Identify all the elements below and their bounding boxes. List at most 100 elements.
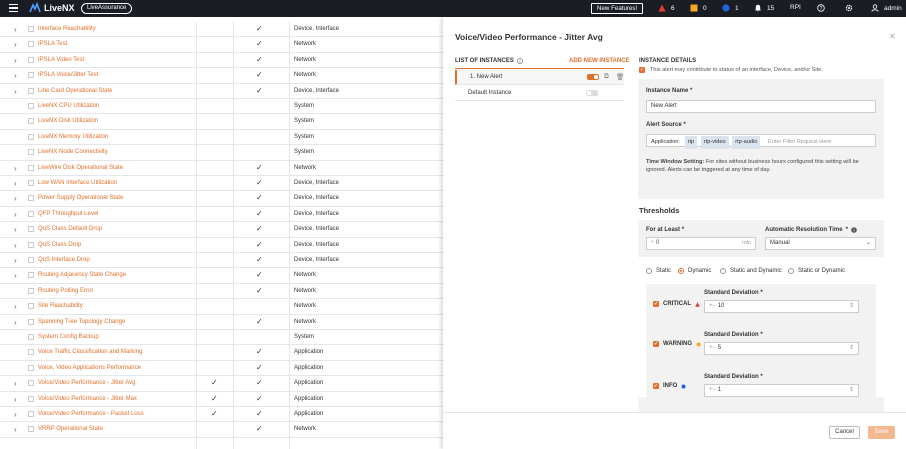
alert-name-link[interactable]: Voice/Video Performance - Jitter Avg <box>38 380 136 386</box>
app-logo[interactable]: LiveNX <box>29 2 75 14</box>
row-checkbox[interactable] <box>28 349 34 356</box>
row-checkbox[interactable] <box>28 411 34 417</box>
alert-name-link[interactable]: QoS Interface Drop <box>38 257 90 263</box>
table-row[interactable]: › QoS Interface Drop ✓ Device, Interface <box>0 253 443 269</box>
table-row[interactable]: › Voice/Video Performance - Jitter Max ✓ ✓ A… <box>0 392 443 407</box>
add-new-instance-link[interactable]: ADD NEW INSTANCE <box>569 58 630 64</box>
alert-name-link[interactable]: LiveNX Node Connectivity <box>38 149 108 155</box>
row-checkbox[interactable] <box>28 303 34 310</box>
info-alerts-indicator[interactable]: 1 <box>722 4 739 12</box>
info-std-dev-input[interactable]: +− 1 ⇕ <box>704 384 859 397</box>
trash-icon[interactable]: 🗑 <box>616 73 624 81</box>
alert-name-link[interactable]: Spanning Tree Topology Change <box>38 319 125 325</box>
chevron-right-icon[interactable]: › <box>14 318 17 327</box>
row-checkbox[interactable] <box>28 26 34 32</box>
chevron-right-icon[interactable]: › <box>14 210 17 219</box>
table-row[interactable]: System Config Backup System <box>0 330 443 346</box>
row-checkbox[interactable] <box>28 241 34 248</box>
table-row[interactable]: › Interface Reachability ✓ Device, Interfac… <box>0 22 443 38</box>
row-checkbox[interactable] <box>28 395 34 402</box>
table-row[interactable]: › QFP Throughput Level ✓ Device, Interface <box>0 207 443 223</box>
instance-item-default[interactable]: Default Instance <box>455 86 624 101</box>
chevron-right-icon[interactable]: › <box>14 271 17 280</box>
alert-name-link[interactable]: Routing Adjacency State Change <box>38 272 126 278</box>
new-features-button[interactable]: New Features! <box>591 3 644 14</box>
alert-name-link[interactable]: LiveNX Disk Utilization <box>38 118 98 124</box>
row-checkbox[interactable] <box>28 318 34 325</box>
row-checkbox[interactable] <box>28 210 34 217</box>
chevron-right-icon[interactable]: › <box>14 379 17 388</box>
alert-name-link[interactable]: IPSLA Test <box>38 41 67 47</box>
info-icon[interactable] <box>516 58 523 64</box>
alert-name-link[interactable]: IPSLA Voice/Jitter Test <box>38 72 98 78</box>
source-tag[interactable]: rtp <box>684 136 698 149</box>
cancel-button[interactable]: Cancel <box>829 426 860 439</box>
row-checkbox[interactable] <box>28 87 34 94</box>
chevron-right-icon[interactable]: › <box>14 395 17 404</box>
alert-name-link[interactable]: Low WAN Interface Utilization <box>38 180 117 186</box>
row-checkbox[interactable] <box>28 287 34 294</box>
chevron-right-icon[interactable]: › <box>14 25 17 34</box>
alert-name-link[interactable]: Voice, Video Applications Performance <box>38 365 141 371</box>
chevron-right-icon[interactable]: › <box>14 256 17 265</box>
alert-name-link[interactable]: Voice/Video Performance - Jitter Max <box>38 396 137 402</box>
table-row[interactable]: LiveNX Disk Utilization System <box>0 114 443 130</box>
row-checkbox[interactable] <box>28 180 34 186</box>
instance-enable-toggle[interactable] <box>587 74 599 80</box>
alert-name-link[interactable]: VRRP Operational State <box>38 426 103 432</box>
user-menu[interactable]: admin <box>871 4 902 12</box>
table-row[interactable]: › Line Card Operational State ✓ Device, Int… <box>0 84 443 99</box>
alert-name-link[interactable]: QFP Throughput Level <box>38 211 98 217</box>
table-row[interactable]: › QoS Class Drop ✓ Device, Interface <box>0 238 443 253</box>
radio-dynamic[interactable]: Dynamic <box>678 268 711 274</box>
alert-name-link[interactable]: Routing Polling Error <box>38 288 93 294</box>
critical-std-dev-input[interactable]: +− 10 ⇕ <box>704 300 859 313</box>
warning-alerts-indicator[interactable]: 0 <box>690 4 707 12</box>
table-row[interactable]: › Low WAN Interface Utilization ✓ Device, I… <box>0 176 443 192</box>
copy-icon[interactable]: ⧉ <box>604 73 609 81</box>
alert-source-input[interactable]: Application: rtp rtp-video rtp-audio Ent… <box>646 134 876 149</box>
chevron-right-icon[interactable]: › <box>14 194 17 203</box>
row-checkbox[interactable] <box>28 364 34 371</box>
row-checkbox[interactable] <box>28 380 34 387</box>
table-row[interactable]: › IPSLA Voice/Jitter Test ✓ Network <box>0 68 443 84</box>
chevron-right-icon[interactable]: › <box>14 241 17 250</box>
table-row[interactable]: › VRRP Operational State ✓ Network <box>0 422 443 438</box>
alert-name-link[interactable]: Line Card Operational State <box>38 88 112 94</box>
row-checkbox[interactable] <box>28 118 34 125</box>
alert-name-link[interactable]: Interface Reachability <box>38 26 96 32</box>
table-row[interactable]: › Routing Adjacency State Change ✓ Network <box>0 268 443 284</box>
alert-name-link[interactable]: Power Supply Operational State <box>38 195 123 201</box>
table-row[interactable]: › IPSLA Video Test ✓ Network <box>0 53 443 69</box>
row-checkbox[interactable] <box>28 56 34 63</box>
alert-name-link[interactable]: Site Reachability <box>38 303 83 309</box>
rpi-button[interactable]: RPI <box>790 4 801 11</box>
row-checkbox[interactable] <box>28 257 34 263</box>
close-icon[interactable]: ✕ <box>889 32 896 41</box>
save-button[interactable]: Save <box>868 426 895 439</box>
row-checkbox[interactable] <box>28 149 34 156</box>
row-checkbox[interactable] <box>28 272 34 279</box>
row-checkbox[interactable] <box>28 426 34 433</box>
table-row[interactable]: › Voice/Video Performance - Packet Loss ✓ ✓… <box>0 407 443 423</box>
table-row[interactable]: › Voice/Video Performance - Jitter Avg ✓ ✓ A… <box>0 376 443 392</box>
alert-name-link[interactable]: IPSLA Video Test <box>38 57 84 63</box>
settings-button[interactable] <box>845 4 853 12</box>
contributes-checkbox[interactable]: ✓ <box>639 67 645 73</box>
alert-name-link[interactable]: LiveNX CPU Utilization <box>38 103 99 109</box>
alert-name-link[interactable]: LiveNX Memory Utilization <box>38 134 108 140</box>
live-assurance-pill[interactable]: LiveAssurance <box>81 3 133 14</box>
chevron-right-icon[interactable]: › <box>14 71 17 80</box>
chevron-right-icon[interactable]: › <box>14 425 17 434</box>
instance-item-new-alert[interactable]: 1. New Alert ⧉ 🗑 <box>455 70 624 85</box>
menu-icon[interactable] <box>9 4 18 12</box>
table-row[interactable]: › Power Supply Operational State ✓ Device, … <box>0 191 443 207</box>
chevron-right-icon[interactable]: › <box>14 225 17 234</box>
critical-checkbox[interactable]: ✓ <box>653 301 659 307</box>
chevron-right-icon[interactable]: › <box>14 410 17 419</box>
table-row[interactable]: › Spanning Tree Topology Change ✓ Network <box>0 315 443 330</box>
row-checkbox[interactable] <box>28 103 34 109</box>
instance-enable-toggle[interactable] <box>586 90 598 96</box>
alert-name-link[interactable]: QoS Class Default Drop <box>38 226 102 232</box>
table-row[interactable]: LiveNX Node Connectivity System <box>0 145 443 161</box>
